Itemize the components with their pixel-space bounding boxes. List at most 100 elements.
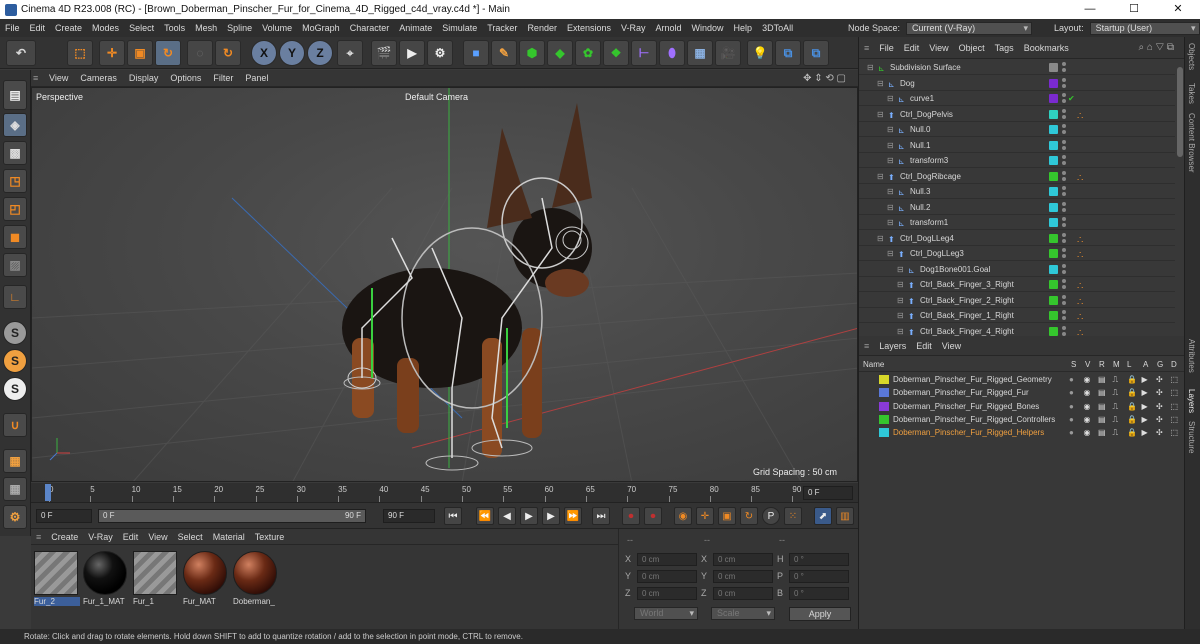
layer-column-name[interactable]: Name [863,360,884,369]
recent-tools-icon[interactable]: ◌ [187,40,213,66]
layer-view-icon[interactable]: ◉ [1084,400,1093,411]
position-key-icon[interactable]: ✛ [696,507,714,525]
object-search-tools-icons[interactable]: ⌕ ⌂ ▽ ⧉ [1133,42,1179,53]
menu-mograph[interactable]: MoGraph [297,23,345,33]
expand-toggle-icon[interactable]: ⊟ [887,138,896,150]
layer-deformers-icon[interactable]: ⬚ [1171,373,1180,384]
layer-manager-icon[interactable]: ⎍ [1113,400,1122,411]
end-frame-field[interactable]: 90 F [383,509,435,523]
field-icon[interactable]: ⬮ [659,40,685,66]
object-tree-row[interactable]: ⊟ ⬆ Ctrl_DogLLeg3 ∴ [859,246,1175,261]
visibility-dots-icon[interactable] [1062,310,1066,320]
visibility-dots-icon[interactable] [1062,124,1066,134]
expand-toggle-icon[interactable]: ⊟ [897,293,906,305]
layer-manager-icon[interactable]: ⎍ [1113,386,1122,397]
object-tree-row[interactable]: ⊟ ⊾ transform3 [859,153,1175,168]
node-space-dropdown[interactable]: Current (V-Ray) [906,21,1033,35]
expand-toggle-icon[interactable]: ⊟ [877,76,886,88]
solo-icon[interactable]: ⚙ [3,505,27,529]
coordinate-value-field[interactable]: 0 ° [789,570,849,583]
visibility-dots-icon[interactable] [1062,248,1066,258]
object-tree-row[interactable]: ⊟ ⊾ Null.3 [859,184,1175,199]
start-frame-field[interactable]: 0 F [36,509,92,523]
texture-mode-icon[interactable]: ▩ [3,141,27,165]
previous-key-icon[interactable]: ⏪ [476,507,494,525]
material-menu-edit[interactable]: Edit [118,532,144,542]
layer-view-icon[interactable]: ◉ [1084,386,1093,397]
layer-column-m[interactable]: M [1113,360,1120,369]
layer-animation-icon[interactable]: ▶ [1142,426,1151,437]
timeline-window-icon[interactable]: ▥ [836,507,854,525]
material-swatch-doberman[interactable] [233,551,277,595]
object-tree-row[interactable]: ⊟ ⊾ Subdivision Surface [859,60,1175,75]
tab-attributes[interactable]: Attributes [1187,339,1196,373]
magnet-icon[interactable]: ∪ [3,413,27,437]
layer-generators-icon[interactable]: ✣ [1156,386,1165,397]
go-to-end-icon[interactable]: ⏭ [592,507,610,525]
uv-mode-icon[interactable]: ▨ [3,253,27,277]
coordinate-value-field[interactable]: 0 cm [713,553,773,566]
scale-key-icon[interactable]: ▣ [718,507,736,525]
viewport-menu-display[interactable]: Display [123,73,165,83]
cube-icon[interactable]: ■ [463,40,489,66]
previous-frame-icon[interactable]: ◀ [498,507,516,525]
material-swatch-fur-2[interactable] [34,551,78,595]
layer-deformers-icon[interactable]: ⬚ [1171,400,1180,411]
menu-file[interactable]: File [0,23,25,33]
viewport-menu-options[interactable]: Options [164,73,207,83]
expand-toggle-icon[interactable]: ⊟ [897,262,906,274]
layer-lock-icon[interactable]: 🔒 [1127,386,1137,397]
expand-toggle-icon[interactable]: ⊟ [897,324,906,336]
pla-key-icon[interactable]: ⁙ [784,507,802,525]
expand-toggle-icon[interactable]: ⊟ [887,91,896,103]
material-swatch-fur-1-mat[interactable] [83,551,127,595]
layer-column-s[interactable]: S [1071,360,1076,369]
viewport-menu-cameras[interactable]: Cameras [74,73,123,83]
menu-tools[interactable]: Tools [159,23,190,33]
visibility-dots-icon[interactable] [1062,139,1066,150]
tab-takes[interactable]: Takes [1187,83,1196,104]
layer-deformers-icon[interactable]: ⬚ [1171,386,1180,397]
layer-color-swatch[interactable] [1049,94,1058,103]
expand-toggle-icon[interactable]: ⊟ [877,231,886,243]
object-menu-view[interactable]: View [924,43,953,53]
layer-render-icon[interactable]: ▤ [1098,426,1107,437]
rotate-icon[interactable]: ↻ [155,40,181,66]
edge-mode-icon[interactable]: ◰ [3,197,27,221]
coordinate-value-field[interactable]: 0 ° [789,587,849,600]
layer-solo-icon[interactable]: ● [1069,413,1078,424]
visibility-dots-icon[interactable] [1062,201,1066,212]
expand-toggle-icon[interactable]: ⊟ [887,200,896,212]
layer-color-swatch[interactable] [879,428,889,438]
material-menu-material[interactable]: Material [208,532,250,542]
rotation-key-icon[interactable]: ↻ [740,507,758,525]
grid-icon[interactable]: ▦ [3,477,27,501]
generator-icon[interactable]: ◆ [547,40,573,66]
layer-color-swatch[interactable] [1049,280,1058,289]
menu-create[interactable]: Create [50,23,87,33]
object-panel-handle-icon[interactable]: ≡ [859,43,874,53]
visibility-dots-icon[interactable] [1062,279,1066,289]
object-menu-object[interactable]: Object [954,43,990,53]
layer-row[interactable]: Doberman_Pinscher_Fur_Rigged_Controllers… [859,413,1185,426]
layer-column-r[interactable]: R [1099,360,1105,369]
layer-color-swatch[interactable] [1049,326,1058,336]
keyframe-selection-icon[interactable]: ◉ [674,507,692,525]
viewport-navigation-icons[interactable]: ✥ ⇕ ⟲ ▢ [797,73,852,84]
menu-edit[interactable]: Edit [25,23,51,33]
object-tree-row[interactable]: ⊟ ⬆ Ctrl_Back_Finger_3_Right ∴ [859,277,1175,292]
menu-vray[interactable]: V-Ray [616,23,651,33]
layer-solo-icon[interactable]: ● [1069,386,1078,397]
layer-solo-icon[interactable]: ● [1069,400,1078,411]
viewport-camera-label[interactable]: Default Camera [405,92,468,102]
layer-color-swatch[interactable] [879,401,889,411]
camera-icon[interactable]: 🎥 [715,40,741,66]
layer-render-icon[interactable]: ▤ [1098,400,1107,411]
axis-y-button[interactable]: Y [279,40,305,66]
layer-solo-icon[interactable]: ● [1069,426,1078,437]
menu-tracker[interactable]: Tracker [482,23,522,33]
coordinate-system-icon[interactable]: ⌖ [337,40,363,66]
menu-spline[interactable]: Spline [222,23,257,33]
material-swatch-fur-mat[interactable] [183,551,227,595]
menu-modes[interactable]: Modes [87,23,124,33]
